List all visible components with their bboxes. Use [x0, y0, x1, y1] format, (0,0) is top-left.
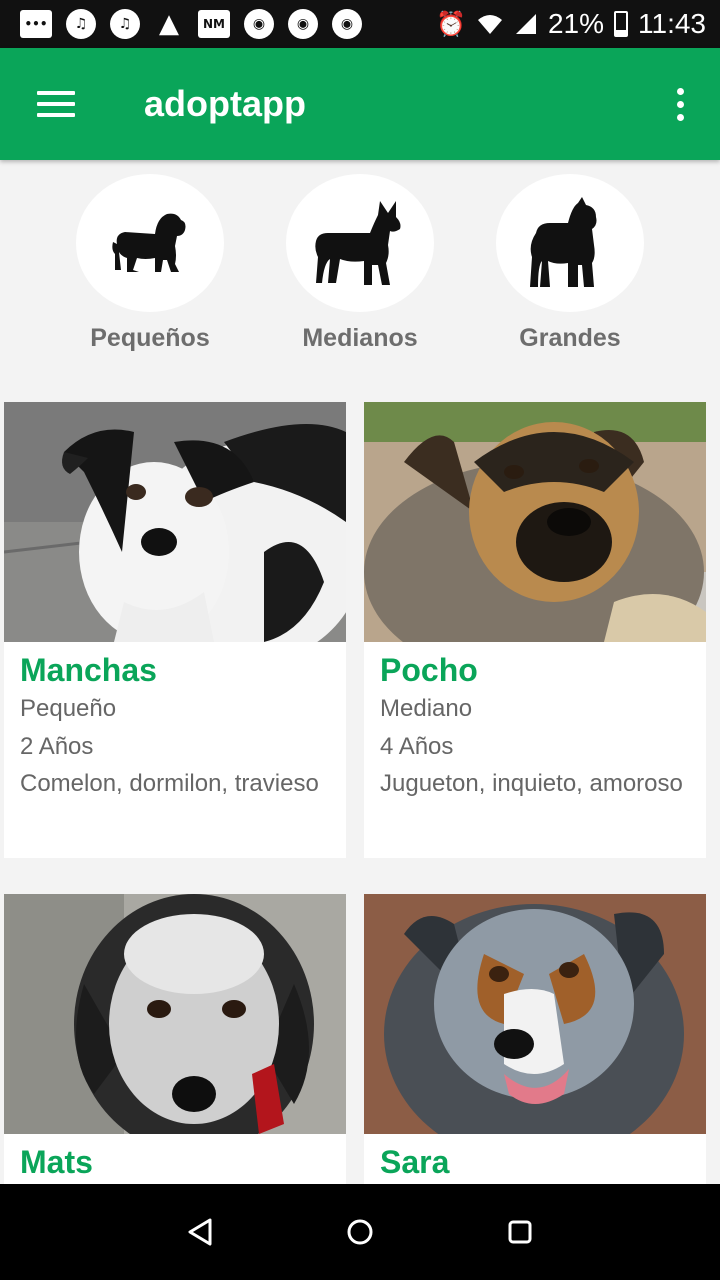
- music-icon: ♫: [66, 9, 96, 39]
- dog-name: Pocho: [380, 652, 478, 688]
- category-small-label: Pequeños: [90, 324, 210, 352]
- status-bar: ••• ♫ ♫ ▲ NM ◉ ◉ ◉ ⏰ 21% 11:43: [0, 0, 720, 48]
- system-nav-bar: [0, 1184, 720, 1280]
- back-icon: [188, 1218, 212, 1246]
- dog-card[interactable]: Pocho Mediano 4 Años Jugueton, inquieto,…: [364, 402, 706, 858]
- dog-card[interactable]: Sara: [364, 894, 706, 1194]
- dog-photo: [4, 402, 346, 642]
- app-bar: adoptapp: [0, 48, 720, 160]
- dog-name: Sara: [380, 1144, 450, 1180]
- signal-icon: [515, 14, 536, 34]
- medium-dog-icon: [286, 174, 434, 312]
- dog-name: Mats: [20, 1144, 93, 1180]
- category-medium[interactable]: Medianos: [286, 174, 434, 380]
- hamburger-icon: [37, 91, 75, 117]
- dog-card[interactable]: Manchas Pequeño 2 Años Comelon, dormilon…: [4, 402, 346, 858]
- dog-photo: [364, 402, 706, 642]
- dog-age: 4 Años: [380, 733, 454, 760]
- app-title: adoptapp: [144, 83, 306, 124]
- menu-button[interactable]: [0, 48, 112, 160]
- chrome-icon: ◉: [244, 9, 274, 39]
- recents-icon: [508, 1220, 532, 1244]
- messages-icon: •••: [20, 10, 52, 38]
- dog-info: Manchas Pequeño 2 Años Comelon, dormilon…: [4, 642, 346, 818]
- alarm-icon: ⏰: [436, 10, 466, 38]
- nm-icon: NM: [198, 10, 230, 38]
- music-icon: ♫: [110, 9, 140, 39]
- dog-age: 2 Años: [20, 733, 94, 760]
- large-dog-icon: [496, 174, 644, 312]
- home-button[interactable]: [330, 1202, 390, 1262]
- dog-photo: [4, 894, 346, 1134]
- category-large-label: Grandes: [519, 324, 621, 352]
- dog-size: Mediano: [380, 695, 473, 722]
- category-medium-label: Medianos: [302, 324, 418, 352]
- wifi-icon: [477, 15, 502, 34]
- battery-percent: 21%: [547, 8, 604, 39]
- dog-card[interactable]: Mats: [4, 894, 346, 1194]
- notification-icons: ••• ♫ ♫ ▲ NM ◉ ◉ ◉: [20, 9, 362, 39]
- category-filters: Pequeños Medianos Grandes: [0, 160, 720, 380]
- home-icon: [347, 1219, 373, 1245]
- dog-name: Manchas: [20, 652, 157, 688]
- chrome-icon: ◉: [332, 9, 362, 39]
- category-large[interactable]: Grandes: [496, 174, 644, 380]
- recents-button[interactable]: [490, 1202, 550, 1262]
- back-button[interactable]: [170, 1202, 230, 1262]
- battery-icon: [614, 11, 628, 37]
- dog-photo: [364, 894, 706, 1134]
- dog-info: Pocho Mediano 4 Años Jugueton, inquieto,…: [364, 642, 706, 818]
- category-small[interactable]: Pequeños: [76, 174, 224, 380]
- status-time: 11:43: [638, 8, 706, 39]
- small-dog-icon: [76, 174, 224, 312]
- drive-icon: ▲: [159, 9, 179, 39]
- dog-traits: Jugueton, inquieto, amoroso: [380, 770, 683, 797]
- overflow-menu-button[interactable]: [640, 48, 720, 160]
- dog-size: Pequeño: [20, 695, 117, 722]
- dog-traits: Comelon, dormilon, travieso: [20, 770, 319, 797]
- chrome-icon: ◉: [288, 9, 318, 39]
